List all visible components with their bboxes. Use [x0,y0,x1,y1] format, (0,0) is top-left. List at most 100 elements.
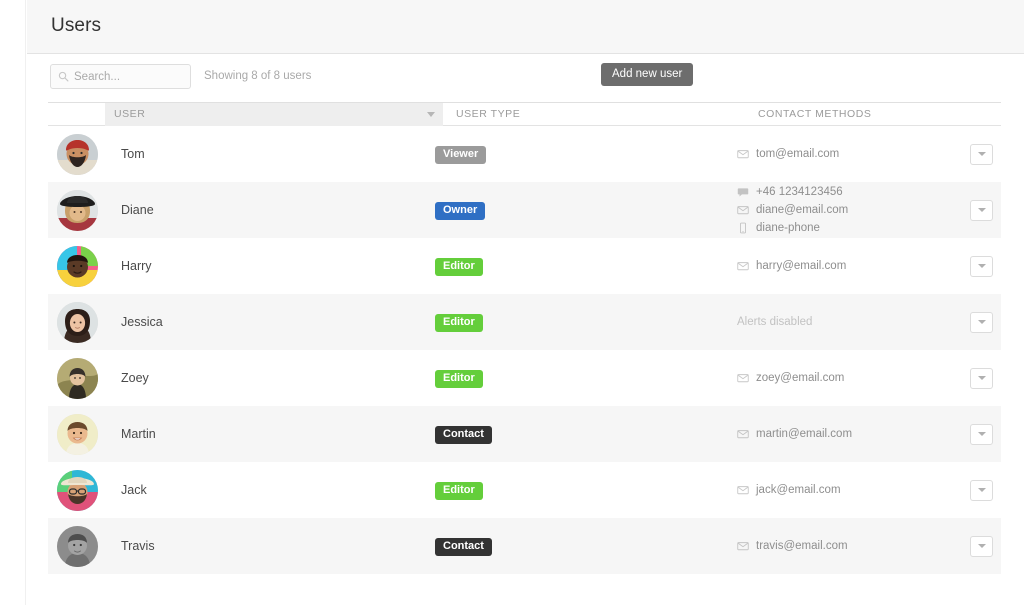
column-header-user-label: USER [114,108,145,120]
cell-actions [949,200,1001,221]
contact-method-email: jack@email.com [737,481,949,499]
contact-method-value: martin@email.com [756,428,852,440]
cell-contact-methods: Alerts disabled [727,316,949,328]
cell-user: Travis [48,526,425,567]
user-name: Travis [121,539,155,553]
contact-method-sms: +46 1234123456 [737,183,949,201]
cell-user-type: Owner [425,200,727,220]
row-menu-button[interactable] [970,256,993,277]
table-row[interactable]: Tom Viewer tom@email.com [48,126,1001,182]
cell-user-type: Editor [425,312,727,332]
contact-method-email: martin@email.com [737,425,949,443]
row-menu-button[interactable] [970,536,993,557]
column-header-contact-methods-label: CONTACT METHODS [758,108,871,120]
contact-method-value: travis@email.com [756,540,848,552]
contact-method-email: diane@email.com [737,201,949,219]
contact-method-email: harry@email.com [737,257,949,275]
table-row[interactable]: HarryEditorharry@email.com [48,238,1001,294]
users-table: USER USER TYPE CONTACT METHODS Tom Viewer… [27,102,1024,605]
chevron-down-icon [978,264,986,268]
contact-method-email: travis@email.com [737,537,949,555]
showing-count-label: Showing 8 of 8 users [204,70,311,82]
search-icon [58,71,69,82]
cell-user: Zoey [48,358,425,399]
column-header-user-type-label: USER TYPE [456,108,520,120]
user-name: Jack [121,483,147,497]
envelope-icon [737,540,749,552]
avatar [57,302,98,343]
sidebar-rail [0,0,26,605]
table-header-row: USER USER TYPE CONTACT METHODS [48,102,1001,126]
user-name: Jessica [121,315,163,329]
envelope-icon [737,148,749,160]
row-menu-button[interactable] [970,368,993,389]
row-menu-button[interactable] [970,144,993,165]
cell-user-type: Editor [425,368,727,388]
row-menu-button[interactable] [970,312,993,333]
cell-user: Jack [48,470,425,511]
cell-contact-methods: zoey@email.com [727,369,949,387]
contact-method-value: tom@email.com [756,148,839,160]
avatar [57,190,98,231]
contact-method-value: zoey@email.com [756,372,844,384]
user-name: Harry [121,259,152,273]
user-type-badge: Owner [435,202,485,220]
cell-actions [949,368,1001,389]
table-row[interactable]: Diane Owner +46 1234123456 diane@email.com d… [48,182,1001,238]
cell-actions [949,144,1001,165]
user-type-badge: Editor [435,314,483,332]
page-title: Users [51,15,101,37]
envelope-icon [737,260,749,272]
contact-method-email: zoey@email.com [737,369,949,387]
chevron-down-icon [978,432,986,436]
search-box[interactable] [50,64,191,89]
user-name: Diane [121,203,154,217]
page-header: Users [27,0,1024,54]
contact-method-value: +46 1234123456 [756,186,843,198]
chevron-down-icon [978,152,986,156]
column-header-user[interactable]: USER [105,103,443,126]
user-type-badge: Contact [435,538,492,556]
user-type-badge: Viewer [435,146,486,164]
row-menu-button[interactable] [970,200,993,221]
chevron-down-icon [978,320,986,324]
contact-method-value: jack@email.com [756,484,841,496]
chevron-down-icon [978,544,986,548]
contact-empty-label: Alerts disabled [737,316,949,328]
sort-descending-caret-icon[interactable] [427,112,435,117]
avatar [57,134,98,175]
cell-contact-methods: jack@email.com [727,481,949,499]
mobile-device-icon [737,222,749,234]
search-input[interactable] [74,71,179,83]
table-row[interactable]: ZoeyEditor zoey@email.com [48,350,1001,406]
table-row[interactable]: Jack Editor jack@email.com [48,462,1001,518]
contact-method-device: diane-phone [737,219,949,237]
speech-bubble-icon [737,186,749,198]
cell-user-type: Viewer [425,144,727,164]
contact-method-value: harry@email.com [756,260,846,272]
table-row[interactable]: MartinContactmartin@email.com [48,406,1001,462]
avatar [57,470,98,511]
row-menu-button[interactable] [970,424,993,445]
cell-contact-methods: martin@email.com [727,425,949,443]
cell-contact-methods: +46 1234123456 diane@email.com diane-phone [727,183,949,237]
column-header-contact-methods[interactable]: CONTACT METHODS [748,103,871,126]
cell-actions [949,536,1001,557]
user-type-badge: Editor [435,482,483,500]
cell-user: Tom [48,134,425,175]
column-header-user-type[interactable]: USER TYPE [446,103,520,126]
cell-user-type: Contact [425,424,727,444]
table-row[interactable]: Travis Contact travis@email.com [48,518,1001,574]
envelope-icon [737,372,749,384]
add-new-user-button[interactable]: Add new user [601,63,693,86]
cell-user-type: Contact [425,536,727,556]
table-row[interactable]: Jessica Editor Alerts disabled [48,294,1001,350]
avatar [57,246,98,287]
contact-method-value: diane@email.com [756,204,848,216]
cell-contact-methods: harry@email.com [727,257,949,275]
cell-user: Jessica [48,302,425,343]
chevron-down-icon [978,376,986,380]
toolbar: Showing 8 of 8 users Add new user [27,54,1024,102]
cell-user: Diane [48,190,425,231]
row-menu-button[interactable] [970,480,993,501]
